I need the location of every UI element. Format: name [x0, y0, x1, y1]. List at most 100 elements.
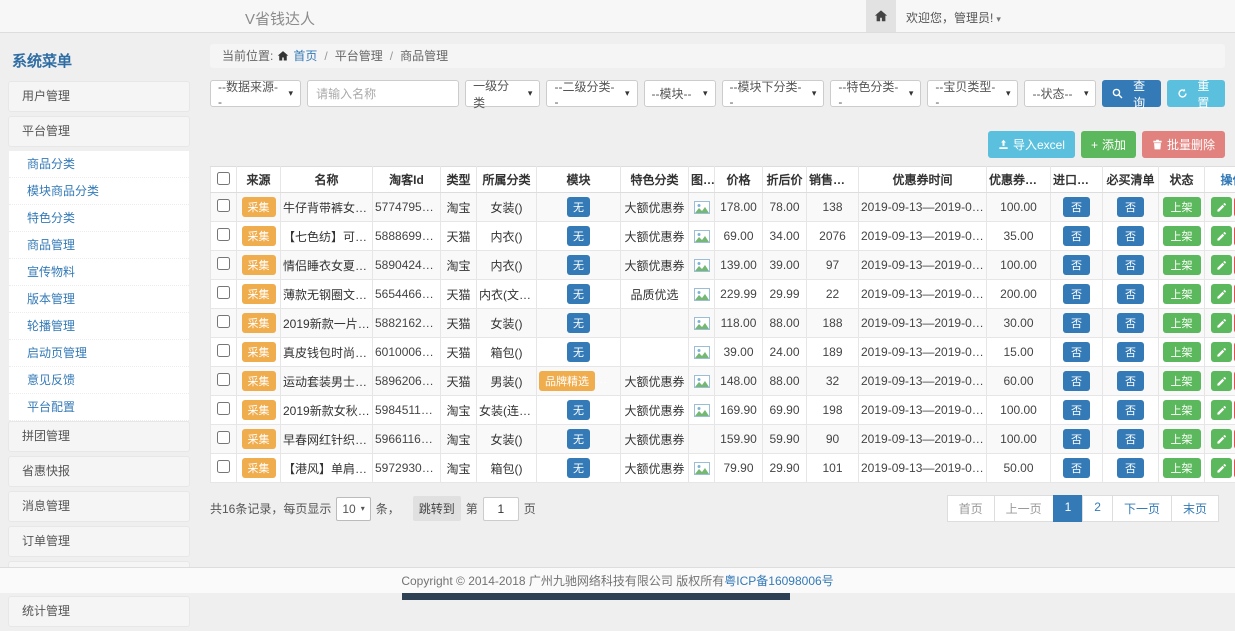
sidebar-item[interactable]: 宣传物料 [9, 259, 189, 286]
sidebar-item[interactable]: 拼团管理 [8, 421, 190, 452]
icon-cell [689, 367, 715, 396]
sidebar-item[interactable]: 意见反馈 [9, 367, 189, 394]
batch-delete-button[interactable]: 批量删除 [1142, 131, 1225, 158]
sidebar-item[interactable]: 特色分类 [9, 205, 189, 232]
page-button[interactable]: 1 [1053, 495, 1084, 522]
must-buy-toggle[interactable]: 否 [1117, 342, 1144, 362]
status-badge[interactable]: 上架 [1163, 429, 1201, 449]
page-button[interactable]: 2 [1082, 495, 1113, 522]
sidebar-item[interactable]: 商品管理 [9, 232, 189, 259]
must-buy-toggle[interactable]: 否 [1117, 284, 1144, 304]
import-select-toggle[interactable]: 否 [1063, 255, 1090, 275]
page-button[interactable]: 首页 [947, 495, 995, 522]
status-badge[interactable]: 上架 [1163, 400, 1201, 420]
status-badge[interactable]: 上架 [1163, 313, 1201, 333]
status-badge[interactable]: 上架 [1163, 342, 1201, 362]
page-button[interactable]: 末页 [1171, 495, 1219, 522]
import-select-toggle[interactable]: 否 [1063, 429, 1090, 449]
status-badge[interactable]: 上架 [1163, 226, 1201, 246]
must-buy-toggle[interactable]: 否 [1117, 371, 1144, 391]
edit-button[interactable] [1211, 226, 1232, 246]
edit-button[interactable] [1211, 313, 1232, 333]
per-page-select[interactable]: 10 ▾ [336, 497, 370, 521]
sidebar-item[interactable]: 统计管理 [8, 596, 190, 627]
import-select-toggle[interactable]: 否 [1063, 400, 1090, 420]
filter-select[interactable]: --数据来源-- ▾ [210, 80, 301, 107]
sidebar-item[interactable]: 订单管理 [8, 526, 190, 557]
sidebar-item[interactable]: 省惠快报 [8, 456, 190, 487]
edit-button[interactable] [1211, 458, 1232, 478]
icon-cell [689, 222, 715, 251]
import-select-toggle[interactable]: 否 [1063, 197, 1090, 217]
import-select-toggle[interactable]: 否 [1063, 342, 1090, 362]
edit-button[interactable] [1211, 342, 1232, 362]
select-all-checkbox[interactable] [217, 172, 230, 185]
row-checkbox[interactable] [217, 199, 230, 212]
filter-select[interactable]: --特色分类-- ▾ [830, 80, 921, 107]
row-checkbox[interactable] [217, 431, 230, 444]
edit-button[interactable] [1211, 284, 1232, 304]
edit-button[interactable] [1211, 429, 1232, 449]
filter-select[interactable]: 一级分类 ▾ [465, 80, 540, 107]
page-button[interactable]: 下一页 [1112, 495, 1172, 522]
must-buy-toggle[interactable]: 否 [1117, 226, 1144, 246]
source-badge: 采集 [242, 284, 276, 304]
import-select-toggle[interactable]: 否 [1063, 284, 1090, 304]
import-select-toggle[interactable]: 否 [1063, 458, 1090, 478]
user-menu[interactable]: 欢迎您，管理员!▾ [906, 9, 1001, 26]
import-select-toggle[interactable]: 否 [1063, 313, 1090, 333]
edit-button[interactable] [1211, 255, 1232, 275]
row-checkbox[interactable] [217, 402, 230, 415]
row-checkbox[interactable] [217, 257, 230, 270]
must-buy-toggle[interactable]: 否 [1117, 197, 1144, 217]
row-checkbox[interactable] [217, 460, 230, 473]
import-select-toggle[interactable]: 否 [1063, 371, 1090, 391]
edit-button[interactable] [1211, 371, 1232, 391]
edit-button[interactable] [1211, 197, 1232, 217]
must-buy-toggle[interactable]: 否 [1117, 313, 1144, 333]
sidebar-item[interactable]: 启动页管理 [9, 340, 189, 367]
row-checkbox[interactable] [217, 373, 230, 386]
row-checkbox[interactable] [217, 228, 230, 241]
search-button[interactable]: 查询 [1102, 80, 1160, 107]
sidebar-item[interactable]: 版本管理 [9, 286, 189, 313]
must-buy-toggle[interactable]: 否 [1117, 458, 1144, 478]
import-excel-button[interactable]: 导入excel [988, 131, 1075, 158]
status-badge[interactable]: 上架 [1163, 255, 1201, 275]
add-button[interactable]: + 添加 [1081, 131, 1136, 158]
sidebar-item[interactable]: 轮播管理 [9, 313, 189, 340]
row-checkbox[interactable] [217, 286, 230, 299]
status-badge[interactable]: 上架 [1163, 197, 1201, 217]
sidebar-item[interactable]: 消息管理 [8, 491, 190, 522]
sales-count: 101 [807, 454, 859, 483]
jump-button[interactable]: 跳转到 [413, 496, 461, 521]
filter-select[interactable]: --宝贝类型-- ▾ [927, 80, 1018, 107]
row-checkbox[interactable] [217, 344, 230, 357]
page-button[interactable]: 上一页 [994, 495, 1054, 522]
breadcrumb-home-link[interactable]: 首页 [293, 44, 317, 68]
sidebar-item[interactable]: 商品分类 [9, 151, 189, 178]
filter-select[interactable]: --二级分类-- ▾ [546, 80, 637, 107]
filter-select[interactable]: --模块-- ▾ [644, 80, 716, 107]
sidebar-item[interactable]: 平台管理 [8, 116, 190, 147]
reset-button[interactable]: 重置 [1167, 80, 1225, 107]
filter-select[interactable]: --模块下分类-- ▾ [722, 80, 825, 107]
must-buy-toggle[interactable]: 否 [1117, 255, 1144, 275]
status-badge[interactable]: 上架 [1163, 284, 1201, 304]
sidebar-item[interactable]: 用户管理 [8, 81, 190, 112]
sidebar-item-label: 商品管理 [27, 238, 75, 252]
edit-button[interactable] [1211, 400, 1232, 420]
sidebar-item[interactable]: 平台配置 [9, 394, 189, 421]
jump-page-input[interactable] [483, 497, 519, 521]
row-checkbox[interactable] [217, 315, 230, 328]
name-search-input[interactable] [307, 80, 459, 107]
must-buy-toggle[interactable]: 否 [1117, 429, 1144, 449]
import-select-toggle[interactable]: 否 [1063, 226, 1090, 246]
icp-link[interactable]: 粤ICP备16098006号 [724, 572, 833, 589]
must-buy-toggle[interactable]: 否 [1117, 400, 1144, 420]
sidebar-item[interactable]: 模块商品分类 [9, 178, 189, 205]
status-badge[interactable]: 上架 [1163, 371, 1201, 391]
home-button[interactable] [866, 0, 896, 32]
status-badge[interactable]: 上架 [1163, 458, 1201, 478]
filter-select[interactable]: --状态-- ▾ [1024, 80, 1096, 107]
